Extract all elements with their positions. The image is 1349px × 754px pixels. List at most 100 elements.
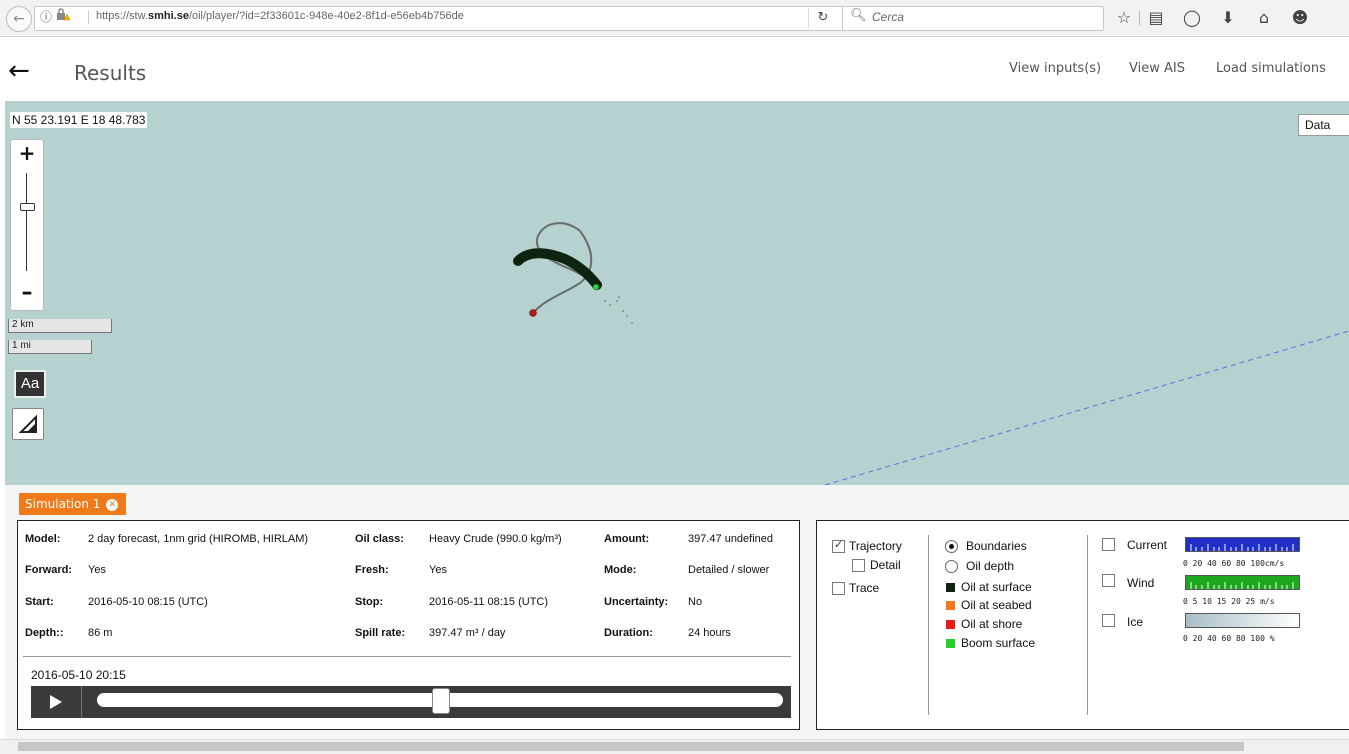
wind-scale-bar	[1185, 575, 1300, 590]
forward-value: Yes	[88, 564, 106, 576]
simulation-tab[interactable]: Simulation 1 ✕	[19, 493, 127, 515]
stop-label: Stop:	[355, 596, 384, 608]
playback-divider	[81, 686, 82, 718]
mode-value: Detailed / slower	[688, 564, 770, 576]
data-layer-select[interactable]: Data	[1298, 114, 1349, 136]
back-arrow-icon[interactable]: ←	[8, 56, 30, 86]
spill-rate-label: Spill rate:	[355, 627, 406, 639]
depth-label: Depth::	[25, 627, 64, 639]
current-position-marker	[592, 283, 600, 291]
reload-icon[interactable]: ↻	[808, 8, 837, 28]
trajectory-label: Trajectory	[849, 539, 902, 553]
pocket-icon[interactable]: ◯	[1180, 6, 1204, 30]
ice-checkbox[interactable]	[1102, 614, 1115, 627]
duration-label: Duration:	[604, 627, 653, 639]
map-overlay	[513, 222, 1349, 485]
home-icon[interactable]: ⌂	[1252, 6, 1276, 30]
uncertainty-value: No	[688, 596, 703, 608]
wind-checkbox[interactable]	[1102, 574, 1115, 587]
url-divider	[88, 10, 89, 24]
boundaries-label: Boundaries	[966, 539, 1027, 553]
oil-class-label: Oil class:	[355, 533, 404, 545]
current-label: Current	[1127, 538, 1168, 552]
amount-label: Amount:	[604, 533, 650, 545]
detail-checkbox[interactable]	[852, 559, 865, 572]
toolbar-divider	[1139, 11, 1140, 25]
play-button[interactable]	[31, 686, 81, 718]
zoom-slider-handle[interactable]	[20, 203, 35, 211]
zoom-slider-track[interactable]	[26, 173, 27, 271]
trace-checkbox[interactable]	[832, 582, 845, 595]
current-checkbox[interactable]	[1102, 538, 1115, 551]
oil-slick	[513, 248, 602, 290]
legend-oil-shore: Oil at shore	[961, 617, 1023, 631]
insecure-lock-icon[interactable]	[56, 7, 70, 21]
zoom-out-button[interactable]: –	[10, 280, 44, 305]
view-inputs-link[interactable]: View inputs(s)	[1009, 61, 1101, 76]
start-label: Start:	[25, 596, 54, 608]
download-icon[interactable]: ⬇	[1216, 6, 1240, 30]
options-divider-1	[928, 535, 929, 715]
oil-depth-radio[interactable]	[945, 560, 958, 573]
detail-label: Detail	[870, 558, 901, 572]
map-canvas[interactable]	[5, 101, 1349, 485]
feedback-icon[interactable]: ☻	[1288, 6, 1312, 30]
measure-tool-button[interactable]	[12, 408, 44, 440]
forward-label: Forward:	[25, 564, 73, 576]
scale-bar-km: 2 km	[8, 319, 112, 333]
duration-value: 24 hours	[688, 627, 731, 639]
current-scale-ticks	[1190, 544, 1294, 551]
view-ais-link[interactable]: View AIS	[1129, 61, 1185, 76]
fresh-label: Fresh:	[355, 564, 389, 576]
url-text[interactable]: https://stw.smhi.se/oil/player/?id=2f336…	[96, 10, 464, 22]
horizontal-scrollbar-thumb[interactable]	[18, 742, 1244, 751]
ice-scale-bar	[1185, 613, 1300, 628]
play-icon	[50, 695, 62, 709]
current-scale-labels: 0 20 40 60 80 100cm/s	[1183, 559, 1285, 568]
info-divider	[23, 656, 791, 657]
fresh-value: Yes	[429, 564, 447, 576]
legend-oil-seabed: Oil at seabed	[961, 598, 1032, 612]
load-simulations-link[interactable]: Load simulations	[1216, 61, 1326, 76]
oil-surface-swatch	[946, 583, 955, 592]
mode-label: Mode:	[604, 564, 637, 576]
ruler-triangle-icon	[18, 414, 37, 433]
reading-list-icon[interactable]: ▤	[1144, 6, 1168, 30]
info-icon[interactable]: ⓘ	[40, 8, 52, 25]
search-icon: 🔍︎	[850, 8, 867, 23]
uncertainty-label: Uncertainty:	[604, 596, 669, 608]
oil-seabed-swatch	[946, 601, 955, 610]
browser-back-icon[interactable]: ←	[6, 6, 32, 32]
trace-label: Trace	[849, 581, 880, 595]
legend-oil-surface: Oil at surface	[961, 580, 1032, 594]
spill-rate-value: 397.47 m³ / day	[429, 627, 506, 639]
boom-surface-swatch	[946, 639, 955, 648]
start-value: 2016-05-10 08:15 (UTC)	[88, 596, 208, 608]
scale-bar-mi: 1 mi	[8, 340, 92, 354]
boundaries-radio[interactable]	[945, 540, 958, 553]
trajectory-checkbox[interactable]	[832, 538, 845, 553]
stop-value: 2016-05-11 08:15 (UTC)	[429, 596, 549, 608]
page-title: Results	[74, 61, 147, 85]
model-value: 2 day forecast, 1nm grid (HIROMB, HIRLAM…	[88, 533, 309, 545]
zoom-in-button[interactable]: +	[10, 141, 44, 165]
current-scale-bar	[1185, 537, 1300, 552]
current-time-label: 2016-05-10 20:15	[31, 668, 126, 682]
ais-track-line	[824, 330, 1349, 485]
oil-shore-swatch	[946, 620, 955, 629]
wind-scale-labels: 0 5 10 15 20 25 m/s	[1183, 597, 1275, 606]
model-label: Model:	[25, 533, 61, 545]
dispersion-dots	[604, 296, 633, 324]
wind-label: Wind	[1127, 576, 1155, 590]
spill-start-marker	[529, 309, 537, 317]
close-tab-icon[interactable]: ✕	[106, 498, 119, 511]
ice-label: Ice	[1127, 615, 1144, 629]
simulation-tab-label: Simulation 1	[25, 497, 101, 511]
options-divider-2	[1087, 535, 1088, 715]
timeline-slider-handle[interactable]	[432, 688, 450, 714]
bookmark-star-icon[interactable]: ☆	[1112, 6, 1136, 30]
ice-scale-labels: 0 20 40 60 80 100 %	[1183, 634, 1275, 643]
browser-search-placeholder: Cerca	[872, 10, 905, 24]
coordinate-readout: N 55 23.191 E 18 48.783	[10, 112, 148, 128]
text-labels-button[interactable]: Aa	[14, 370, 46, 398]
